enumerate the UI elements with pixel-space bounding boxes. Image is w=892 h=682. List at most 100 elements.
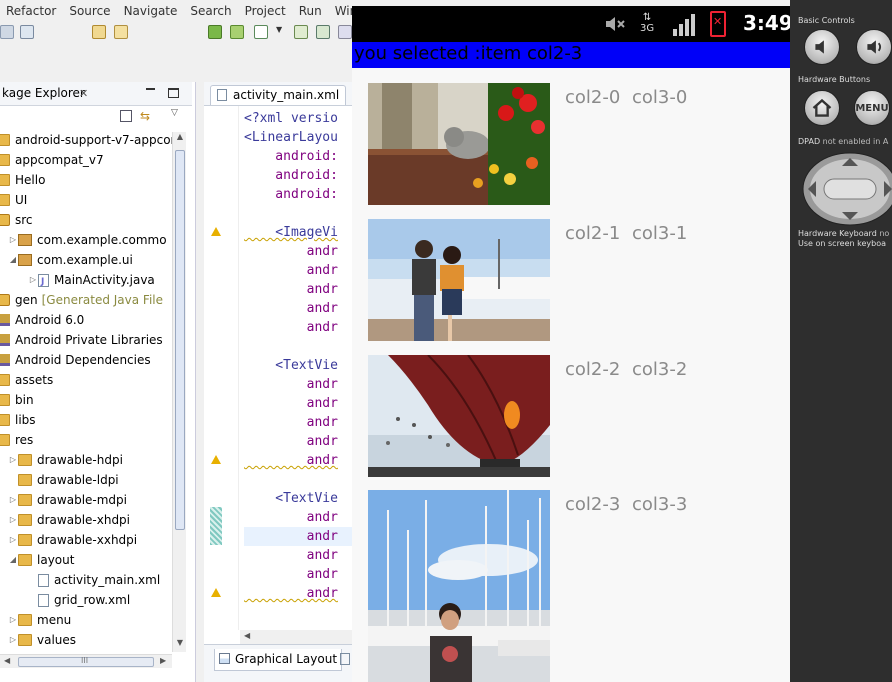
build-icon[interactable] xyxy=(92,25,106,39)
expand-arrow-icon[interactable]: ◢ xyxy=(8,550,18,570)
print-icon[interactable] xyxy=(20,25,34,39)
collapse-all-icon[interactable] xyxy=(120,110,132,122)
menu-run[interactable]: Run xyxy=(299,4,322,18)
tree-item[interactable]: ◢ layout xyxy=(8,550,75,570)
scroll-down-icon[interactable]: ▼ xyxy=(173,638,187,652)
tree-item[interactable]: activity_main.xml xyxy=(28,570,160,590)
package-explorer-vscrollbar[interactable]: ▲ ▼ xyxy=(172,132,186,652)
code-line[interactable]: andr xyxy=(244,413,338,432)
menu-button[interactable]: MENU xyxy=(854,90,890,126)
open-type-icon[interactable] xyxy=(114,25,128,39)
volume-up-button[interactable] xyxy=(856,29,892,65)
grid-row[interactable]: col2-3 col3-3 xyxy=(368,490,788,682)
code-line[interactable]: andr xyxy=(244,299,338,318)
warning-icon[interactable] xyxy=(211,588,221,598)
tree-item[interactable]: grid_row.xml xyxy=(28,590,130,610)
grid-row[interactable]: col2-0 col3-0 xyxy=(368,83,788,205)
package-explorer-tab[interactable]: kage Explorer xyxy=(0,86,85,104)
lint-check-icon[interactable] xyxy=(254,25,268,39)
code-line[interactable]: andr xyxy=(244,242,338,261)
expand-arrow-icon[interactable]: ▷ xyxy=(8,510,18,530)
code-line[interactable]: andr xyxy=(244,280,338,299)
home-button[interactable] xyxy=(804,90,840,126)
code-line[interactable]: <?xml versio xyxy=(244,109,338,128)
code-line[interactable]: <ImageVi xyxy=(244,223,338,242)
expand-arrow-icon[interactable]: ▷ xyxy=(8,530,18,550)
save-icon[interactable] xyxy=(0,25,14,39)
xml-source-tab[interactable] xyxy=(340,653,350,665)
toolbar-overflow-icon[interactable] xyxy=(338,25,352,39)
tree-item[interactable]: android-support-v7-appcon xyxy=(0,130,178,150)
menu-navigate[interactable]: Navigate xyxy=(124,4,178,18)
tree-item[interactable]: ▷ drawable-xhdpi xyxy=(8,510,130,530)
editor-tab-activity-main[interactable]: activity_main.xml xyxy=(210,85,347,105)
scroll-left-icon[interactable]: ◀ xyxy=(244,631,250,640)
tree-item[interactable]: Hello xyxy=(0,170,45,190)
code-line[interactable]: android: xyxy=(244,147,338,166)
tree-item[interactable]: UI xyxy=(0,190,27,210)
debug-icon[interactable] xyxy=(316,25,330,39)
tree-item[interactable]: drawable-ldpi xyxy=(8,470,119,490)
code-line[interactable]: andr xyxy=(244,565,338,584)
expand-arrow-icon[interactable]: ▷ xyxy=(8,630,18,650)
minimize-icon[interactable] xyxy=(146,88,155,90)
tree-item[interactable]: ◢ com.example.ui xyxy=(8,250,133,270)
android-sdk-icon[interactable] xyxy=(208,25,222,39)
scroll-left-icon[interactable]: ◀ xyxy=(4,656,10,665)
expand-arrow-icon[interactable]: ▷ xyxy=(28,270,38,290)
tree-item[interactable]: libs xyxy=(0,410,36,430)
scrollbar-thumb[interactable] xyxy=(175,150,185,530)
tree-item[interactable]: ▷ drawable-xxhdpi xyxy=(8,530,137,550)
graphical-layout-tab[interactable]: Graphical Layout xyxy=(214,649,343,671)
expand-arrow-icon[interactable]: ▷ xyxy=(8,230,18,250)
code-line[interactable]: andr xyxy=(244,318,338,337)
code-line[interactable]: android: xyxy=(244,166,338,185)
package-explorer-hscrollbar[interactable]: ◀ III ▶ xyxy=(0,654,172,668)
hscrollbar-thumb[interactable]: III xyxy=(18,656,154,667)
grid-row[interactable]: col2-2 col3-2 xyxy=(368,355,788,477)
grid-row[interactable]: col2-1 col3-1 xyxy=(368,219,788,341)
expand-arrow-icon[interactable]: ▷ xyxy=(8,450,18,470)
warning-icon[interactable] xyxy=(211,227,221,237)
tree-item[interactable]: ▷ com.example.commo xyxy=(8,230,167,250)
code-line[interactable]: andr xyxy=(244,261,338,280)
tree-item[interactable]: Android Dependencies xyxy=(0,350,151,370)
new-project-icon[interactable] xyxy=(294,25,308,39)
expand-arrow-icon[interactable]: ▷ xyxy=(8,610,18,630)
maximize-icon[interactable] xyxy=(168,88,179,98)
tree-item[interactable]: assets xyxy=(0,370,53,390)
expand-arrow-icon[interactable]: ▷ xyxy=(8,490,18,510)
menu-search[interactable]: Search xyxy=(190,4,231,18)
scroll-right-icon[interactable]: ▶ xyxy=(160,656,166,665)
code-line[interactable]: andr xyxy=(244,546,338,565)
code-line[interactable]: andr xyxy=(244,584,338,603)
menu-refactor[interactable]: Refactor xyxy=(6,4,56,18)
tree-item[interactable]: Android 6.0 xyxy=(0,310,84,330)
tree-item[interactable]: ▷ MainActivity.java xyxy=(28,270,155,292)
tree-item[interactable]: ▷ drawable-mdpi xyxy=(8,490,127,510)
tree-item[interactable]: appcompat_v7 xyxy=(0,150,104,170)
menu-source[interactable]: Source xyxy=(69,4,110,18)
code-line[interactable]: andr xyxy=(244,375,338,394)
link-editor-icon[interactable]: ⇆ xyxy=(140,110,154,122)
code-line[interactable]: andr xyxy=(244,432,338,451)
dropdown-arrow-icon[interactable]: ▼ xyxy=(276,25,284,39)
code-line[interactable]: <LinearLayou xyxy=(244,128,338,147)
code-line[interactable]: <TextVie xyxy=(244,489,338,508)
dpad-control[interactable] xyxy=(802,152,892,226)
code-line[interactable]: <TextVie xyxy=(244,356,338,375)
tree-item[interactable]: ▷ menu xyxy=(8,610,71,630)
code-line[interactable]: andr xyxy=(244,508,338,527)
tree-item[interactable]: Android Private Libraries xyxy=(0,330,163,350)
android-avd-icon[interactable] xyxy=(230,25,244,39)
volume-down-button[interactable] xyxy=(804,29,840,65)
close-icon[interactable]: ✕ xyxy=(79,87,88,100)
code-line[interactable]: andr xyxy=(244,394,338,413)
warning-icon[interactable] xyxy=(211,455,221,465)
tree-item[interactable]: src xyxy=(0,210,33,230)
menu-project[interactable]: Project xyxy=(245,4,286,18)
view-menu-icon[interactable]: ▽ xyxy=(171,108,178,118)
code-line[interactable]: andr xyxy=(244,527,338,546)
code-line[interactable]: andr xyxy=(244,451,338,470)
editor-hscrollbar[interactable]: ◀ xyxy=(240,630,352,644)
